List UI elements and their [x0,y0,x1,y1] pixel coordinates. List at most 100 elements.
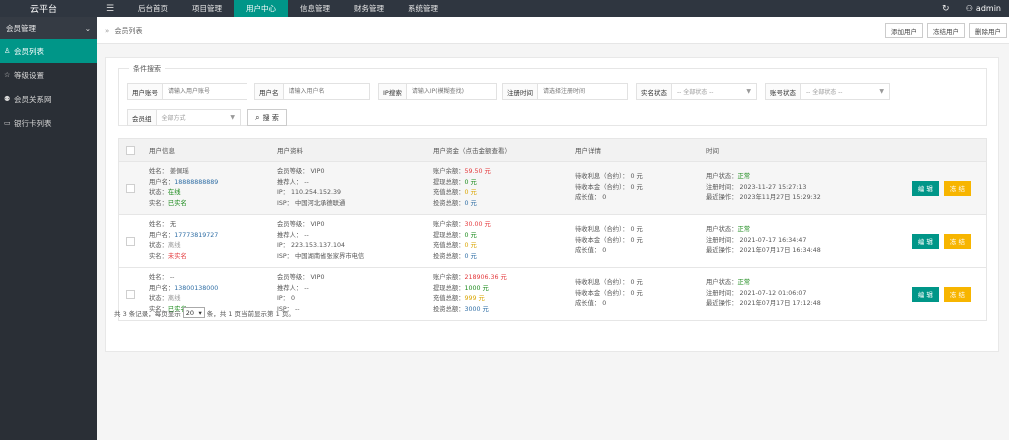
user-icon: ♙ [4,47,11,55]
username-link[interactable]: 17773819727 [174,232,218,239]
edit-button[interactable]: 编 辑 [911,180,939,196]
sidebar-item-bank-cards[interactable]: ▭ 银行卡列表 [0,111,97,135]
regtime-input[interactable] [538,84,627,99]
user-state-label: 用户状态： [706,173,738,181]
time-cell: 用户状态：正常 注册时间： 2021-07-12 01:06:07 最近操作： … [699,278,889,310]
growth-value: 成长值： 0 [575,194,607,202]
app-logo: 云平台 [30,5,58,15]
top-right: ↻ ⚇ admin [936,0,1009,17]
caret-down-icon: ▼ [746,88,751,95]
header-time: 时间 [706,147,719,155]
user-profile-cell: 会员等级： VIP0 推荐人： -- IP： 223.153.137.104 I… [270,220,426,262]
row-actions: 编 辑 冻 结 [889,286,986,302]
account-label: 用户账号 [128,84,163,99]
row-checkbox[interactable] [126,236,135,246]
balance-amount[interactable]: 59.50 元 [464,168,490,175]
sidebar-item-level-settings[interactable]: ☆ 等级设置 [0,63,97,87]
refresh-icon[interactable]: ↻ [936,4,956,14]
user-funds-cell: 账户余额：218906.36 元 提现总额：1000 元 充值总额：999 元 … [426,273,568,315]
select-all-checkbox[interactable] [126,145,135,155]
recharge-amount[interactable]: 999 元 [464,295,484,302]
time-cell: 用户状态：正常 注册时间： 2023-11-27 15:27:13 最近操作： … [699,172,889,204]
account-status-select[interactable]: -- 全部状态 -- ▼ [801,84,889,99]
breadcrumb-bar: » 会员列表 添加用户 冻结用户 删除用户 [97,17,1009,44]
recharge-amount[interactable]: 0 元 [464,242,476,249]
top-nav-home[interactable]: 后台首页 [126,0,180,17]
member-group-select[interactable]: 全部方式 ▼ [157,110,241,125]
user-name: 姓名： 姜佩瑶 [149,168,189,175]
add-user-button[interactable]: 添加用户 [885,23,923,38]
menu-toggle-icon[interactable]: ☰ [102,0,118,17]
caret-down-icon: ▼ [230,114,235,121]
invest-amount[interactable]: 3000 元 [464,306,488,313]
delete-user-button[interactable]: 删除用户 [969,23,1007,38]
sidebar-item-member-network[interactable]: ⚉ 会员关系网 [0,87,97,111]
user-state-label: 用户状态： [706,226,738,234]
top-nav-finance[interactable]: 财务管理 [342,0,396,17]
withdraw-amount[interactable]: 0 元 [464,179,476,186]
withdraw-amount[interactable]: 0 元 [464,232,476,239]
user-name: 姓名： -- [149,274,175,281]
balance-label: 账户余额： [433,221,465,228]
username-link[interactable]: 18888888889 [174,179,218,186]
member-level: 会员等级： VIP0 [277,168,325,175]
header-user-funds[interactable]: 用户资金（点击金额查看） [426,145,568,155]
username-link[interactable]: 13800138000 [174,285,218,292]
sidebar-group-member[interactable]: 会员管理 ⌄ [0,17,97,39]
growth-value: 成长值： 0 [575,300,607,308]
recharge-label: 充值总额： [433,295,465,302]
balance-amount[interactable]: 30.00 元 [464,221,490,228]
admin-menu[interactable]: ⚇ admin [966,4,1009,13]
pending-principal: 待收本金（合约）： 0 元 [575,183,643,191]
status-label: 状态： [149,295,168,302]
time-cell: 用户状态：正常 注册时间： 2021-07-17 16:34:47 最近操作： … [699,225,889,257]
search-button[interactable]: ⌕ 搜 索 [247,109,287,126]
row-checkbox[interactable] [126,183,135,193]
user-funds-cell: 账户余额：30.00 元 提现总额：0 元 充值总额：0 元 投资总额：0 元 [426,220,568,262]
withdraw-label: 提现总额： [433,178,465,186]
pager-suffix: 条，共 1 页当前显示第 1 页。 [206,309,295,318]
realname-status: 未实名 [167,252,187,260]
freeze-button[interactable]: 冻 结 [943,180,971,196]
breadcrumb-current: 会员列表 [114,27,143,35]
card-icon: ▭ [4,119,11,127]
ip-address: IP： 223.153.137.104 [277,242,346,249]
invest-amount[interactable]: 0 元 [464,200,476,207]
balance-amount[interactable]: 218906.36 元 [464,274,506,281]
top-nav-info[interactable]: 信息管理 [288,0,342,17]
top-nav: 后台首页 项目管理 用户中心 信息管理 财务管理 系统管理 [126,0,450,17]
top-nav-projects[interactable]: 项目管理 [180,0,234,17]
edit-button[interactable]: 编 辑 [911,233,939,249]
invest-amount[interactable]: 0 元 [464,253,476,260]
isp: ISP： 中国河北承德联通 [277,199,346,207]
user-profile-cell: 会员等级： VIP0 推荐人： -- IP： 110.254.152.39 IS… [270,167,426,209]
freeze-button[interactable]: 冻 结 [943,286,971,302]
page-size-value: 20 [185,308,195,317]
top-nav-system[interactable]: 系统管理 [396,0,450,17]
freeze-user-button[interactable]: 冻结用户 [927,23,965,38]
top-bar: 云平台 ☰ 后台首页 项目管理 用户中心 信息管理 财务管理 系统管理 ↻ ⚇ … [0,0,1009,17]
sidebar-item-member-list[interactable]: ♙ 会员列表 [0,39,97,63]
search-legend: 条件搜索 [129,64,165,74]
sidebar-item-label: 银行卡列表 [14,118,52,128]
ip-address: IP： 110.254.152.39 [277,189,342,196]
ip-input[interactable] [406,84,496,99]
invest-label: 投资总额： [433,199,465,207]
freeze-button[interactable]: 冻 结 [943,233,971,249]
realname-status-select[interactable]: -- 全部状态 -- ▼ [672,84,756,99]
user-info-cell: 姓名： 无 用户名：17773819727 状态：离线 实名：未实名 [142,220,270,262]
account-input[interactable] [163,84,248,99]
username-input[interactable] [283,84,369,99]
breadcrumb: » 会员列表 [105,26,143,36]
withdraw-label: 提现总额： [433,284,465,292]
recharge-amount[interactable]: 0 元 [464,189,476,196]
users-icon: ⚉ [4,95,11,103]
withdraw-amount[interactable]: 1000 元 [464,285,488,292]
realname-label: 实名： [149,199,168,207]
page-size-select[interactable]: 20 ▾ [182,307,205,318]
top-nav-user-center[interactable]: 用户中心 [234,0,288,17]
edit-button[interactable]: 编 辑 [911,286,939,302]
pending-interest: 待收利息（合约）： 0 元 [575,173,643,181]
row-checkbox[interactable] [126,289,135,299]
balance-label: 账户余额： [433,168,465,175]
